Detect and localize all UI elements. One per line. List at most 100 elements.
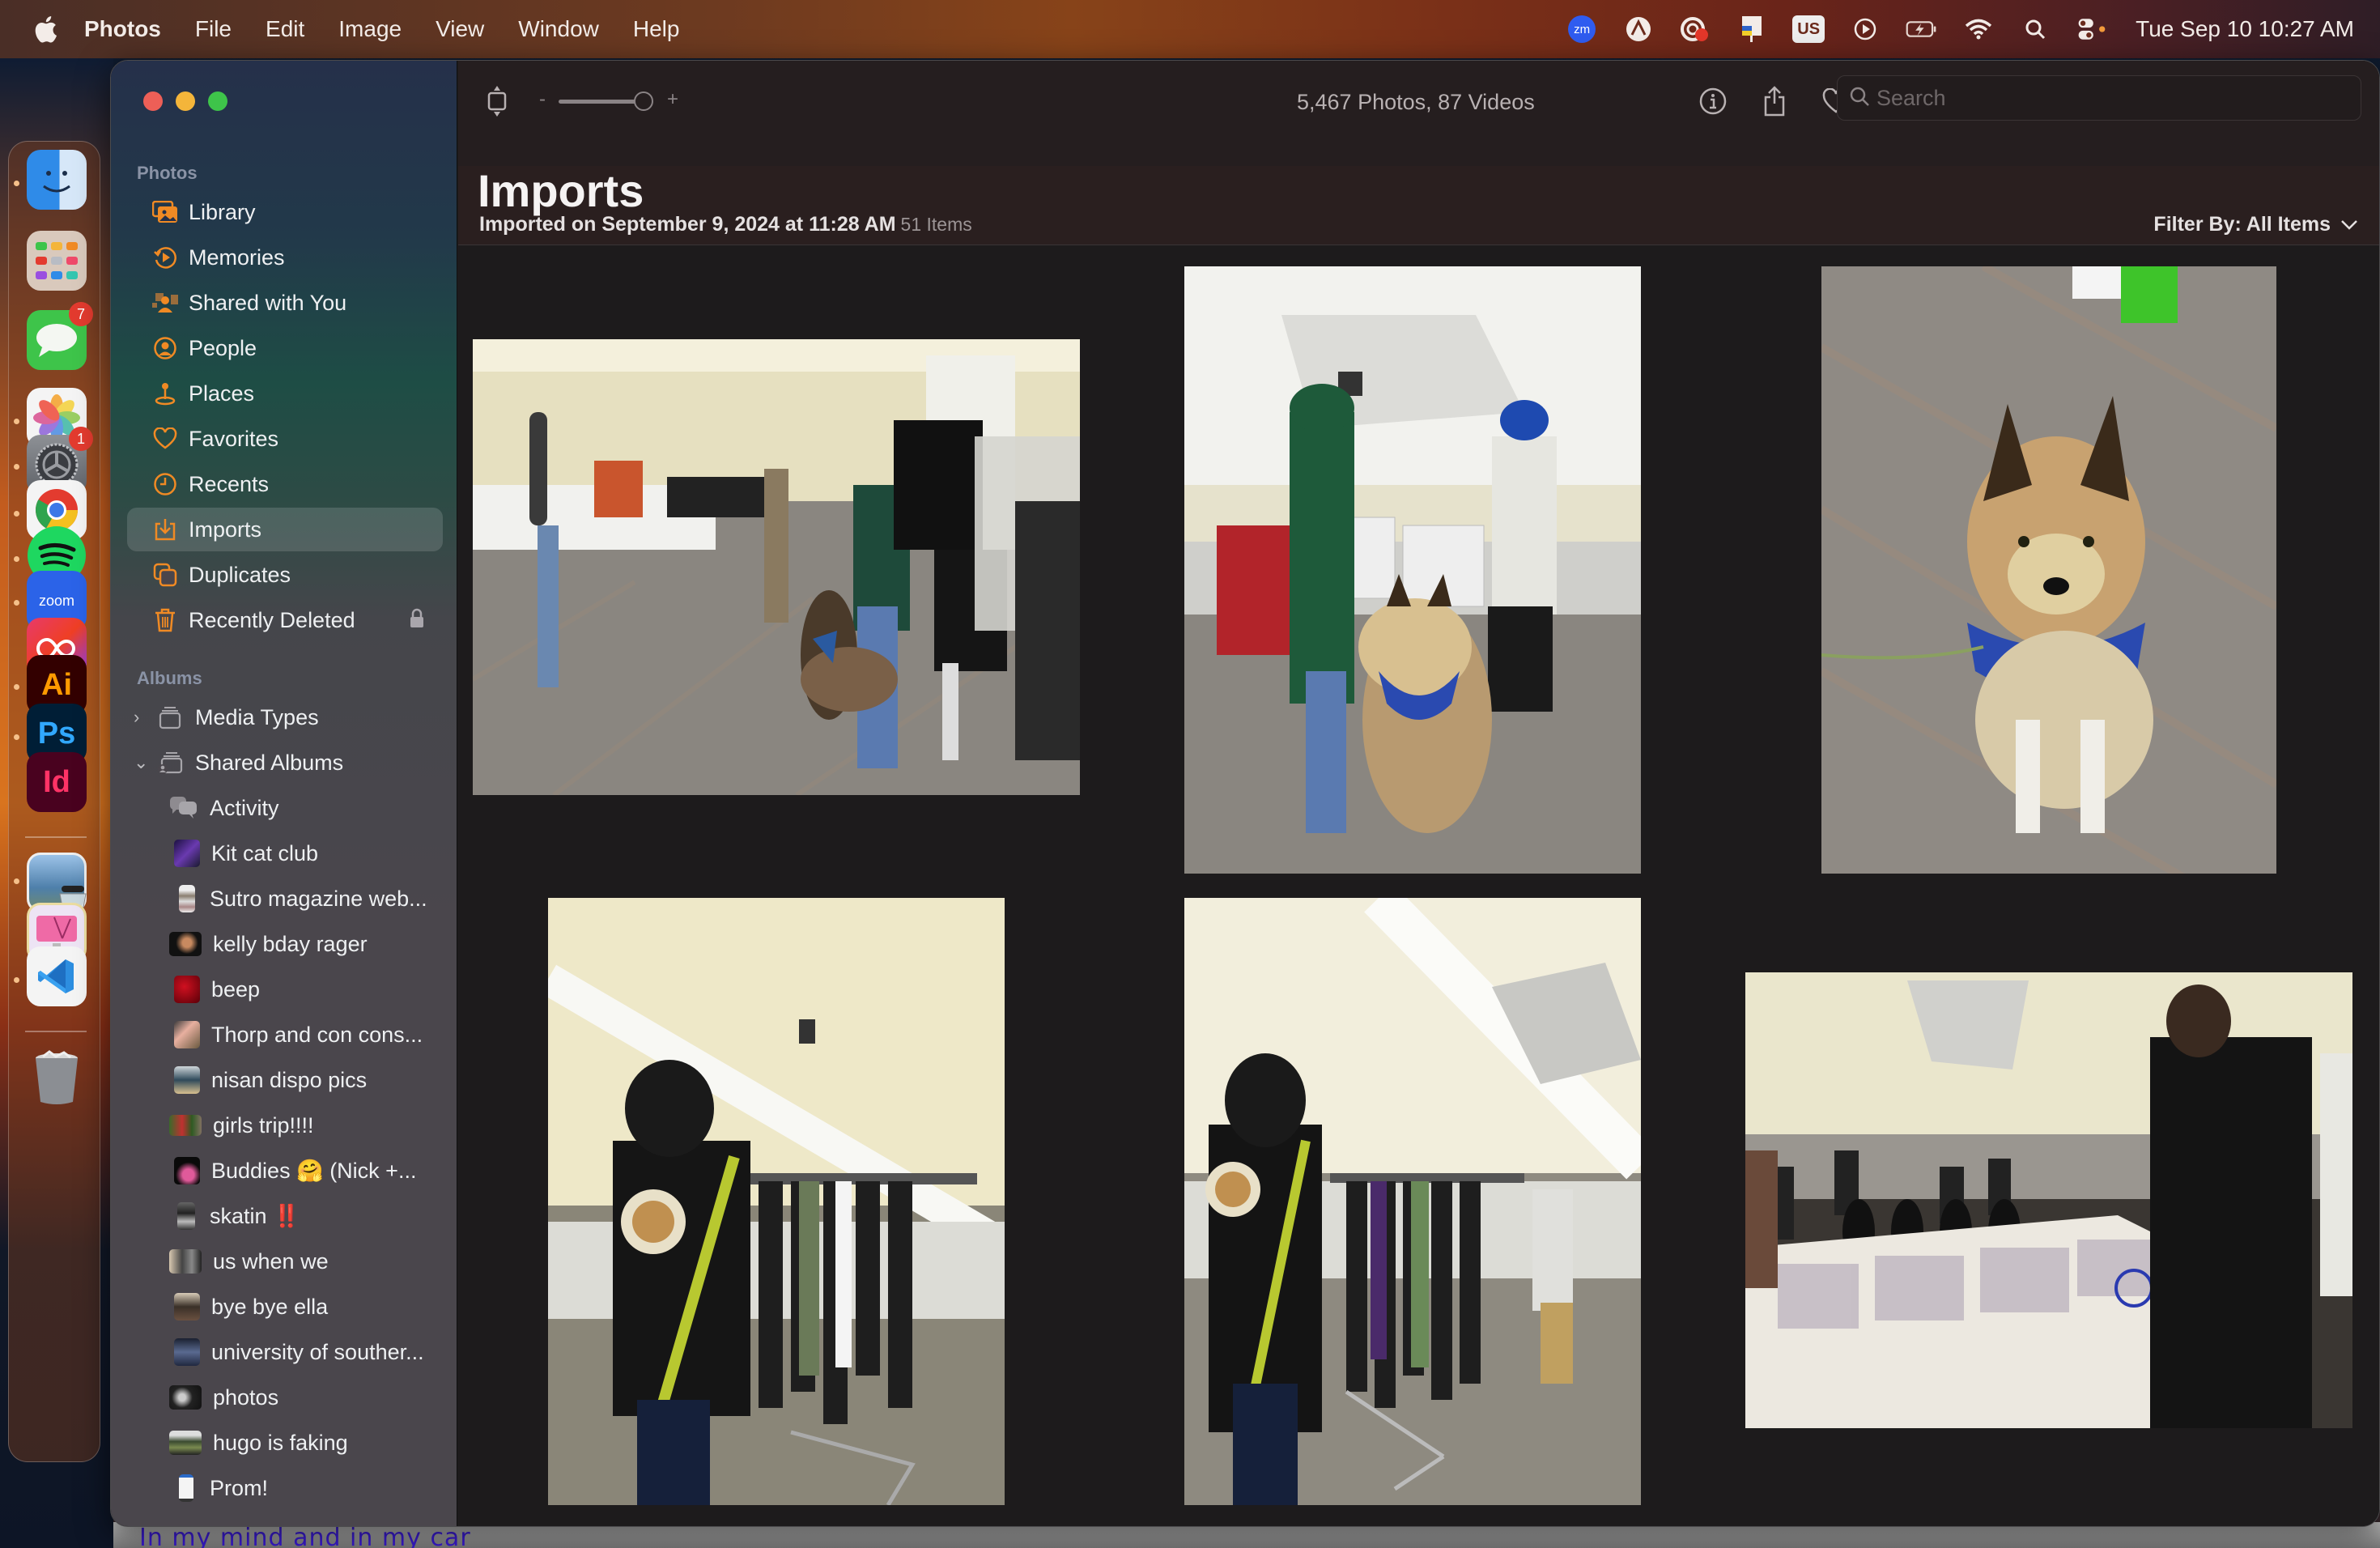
menu-edit[interactable]: Edit [266,16,304,42]
shared-album-item[interactable]: Buddies 🤗 (Nick +... [169,1149,444,1193]
thumbnail-size-slider[interactable]: - + [539,88,685,113]
minimize-button[interactable] [176,91,195,111]
shared-album-item[interactable]: skatin ‼️ [169,1194,444,1238]
sidebar-album-media-types[interactable]: › Media Types [127,695,443,739]
search-input[interactable] [1876,85,2330,111]
sidebar-item-label: Media Types [195,704,319,729]
zoom-icon[interactable]: zm [1566,13,1598,45]
shared-album-item[interactable]: bye bye ella [169,1285,444,1329]
album-thumbnail [174,1066,200,1094]
sidebar-item-favorites[interactable]: Favorites [127,417,443,461]
shared-album-item[interactable]: beep [169,968,444,1011]
spotlight-search-icon[interactable] [2019,13,2051,45]
settings-badge: 1 [69,427,93,451]
trash-icon [151,606,179,634]
preview-flag-icon[interactable] [1736,13,1768,45]
page-title: Imports [478,165,644,216]
shared-album-label: Sutro magazine web... [210,886,427,911]
wifi-icon[interactable] [1962,13,1995,45]
photos-window: Photos Library Memories Shared with You … [110,60,2380,1527]
play-circle-icon[interactable] [1849,13,1881,45]
shared-album-item[interactable]: Thorp and con cons... [169,1013,444,1057]
fullscreen-button[interactable] [208,91,227,111]
dock-separator [25,1031,87,1032]
shared-album-item[interactable]: photos [169,1376,444,1419]
search-field[interactable] [1837,75,2361,121]
sidebar-album-shared-albums[interactable]: ⌄ Shared Albums [127,741,443,785]
menu-image[interactable]: Image [338,16,402,42]
album-thumbnail [169,932,202,956]
slider-knob[interactable] [633,91,653,111]
shared-album-item[interactable]: kelly bday rager [169,922,444,966]
sidebar-item-recently-deleted[interactable]: Recently Deleted [127,598,443,642]
toolbar: - + 5,467 Photos, 87 Videos [458,61,2379,166]
dock-launchpad-icon[interactable] [27,231,87,291]
sidebar-item-shared-with-you[interactable]: Shared with You [127,281,443,325]
apple-logo-icon[interactable] [31,13,60,45]
sidebar-item-memories[interactable]: Memories [127,236,443,279]
close-button[interactable] [143,91,163,111]
dock-indesign-icon[interactable]: Id [27,752,87,812]
cloud-record-icon[interactable] [1679,13,1711,45]
photo-thumbnail-2[interactable] [1184,266,1641,874]
shared-album-activity[interactable]: Activity [169,786,444,830]
shared-album-item[interactable]: Sutro magazine web... [169,877,444,921]
album-thumbnail [177,1202,195,1230]
menu-help[interactable]: Help [633,16,680,42]
zoom-out-label: - [539,88,546,110]
sidebar-item-duplicates[interactable]: Duplicates [127,553,443,597]
sidebar-item-label: Shared Albums [195,750,344,775]
creative-cloud-sync-icon[interactable] [1622,13,1655,45]
shared-album-item[interactable]: us when we [169,1240,444,1283]
photo-thumbnail-5[interactable] [1184,898,1641,1505]
menu-window[interactable]: Window [518,16,599,42]
heart-icon [151,425,179,453]
shared-album-label: us when we [213,1248,329,1274]
sidebar-item-recents[interactable]: Recents [127,462,443,506]
sidebar-item-label: Places [189,381,255,406]
sidebar-item-people[interactable]: People [127,326,443,370]
shared-album-label: photos [213,1384,279,1410]
share-icon[interactable] [1758,85,1791,117]
shared-album-item[interactable]: girls trip!!!! [169,1104,444,1147]
menu-bar: Photos File Edit Image View Window Help … [0,0,2380,58]
memories-icon [151,244,179,271]
shared-album-item[interactable]: hugo is faking [169,1421,444,1465]
menu-app-photos[interactable]: Photos [84,16,161,42]
input-source-icon[interactable]: US [1792,13,1825,45]
battery-charging-icon[interactable] [1906,13,1938,45]
shared-album-label: Buddies 🤗 (Nick +... [211,1159,417,1183]
sidebar-item-imports[interactable]: Imports [127,508,443,551]
shared-album-item[interactable]: Kit cat club [169,831,444,875]
photo-thumbnail-3[interactable] [1821,266,2276,874]
aspect-ratio-toggle-icon[interactable] [481,85,513,117]
menu-view[interactable]: View [436,16,484,42]
dock-vscode-icon[interactable] [27,946,87,1006]
sidebar-item-label: Recently Deleted [189,607,355,632]
dock-trash-icon[interactable] [27,1048,87,1108]
shared-album-item[interactable]: Prom! [169,1466,444,1510]
photo-thumbnail-4[interactable] [548,898,1005,1505]
shared-album-item[interactable]: nisan dispo pics [169,1058,444,1102]
filter-dropdown[interactable]: Filter By: All Items [2153,213,2358,236]
chevron-right-icon[interactable]: › [134,707,148,728]
dock: 7 1 zoom Ai Ps Id [8,141,100,1462]
dock-running-indicator [14,977,19,983]
photo-thumbnail-6[interactable] [1745,972,2352,1428]
chevron-down-icon[interactable]: ⌄ [134,752,148,773]
photo-thumbnail-1[interactable] [473,339,1080,795]
shared-album-icon [155,749,185,776]
menu-file[interactable]: File [195,16,232,42]
album-thumbnail [174,976,200,1003]
info-icon[interactable] [1697,85,1729,117]
dock-messages-icon[interactable]: 7 [27,302,93,370]
menubar-clock[interactable]: Tue Sep 10 10:27 AM [2136,16,2354,42]
sidebar-item-places[interactable]: Places [127,372,443,415]
library-icon [151,198,179,226]
control-center-icon[interactable] [2076,13,2108,45]
shared-album-item[interactable]: university of souther... [169,1330,444,1374]
dock-running-indicator [14,556,19,562]
dock-finder-icon[interactable] [27,150,87,210]
sidebar-item-library[interactable]: Library [127,190,443,234]
dock-running-indicator [14,511,19,517]
